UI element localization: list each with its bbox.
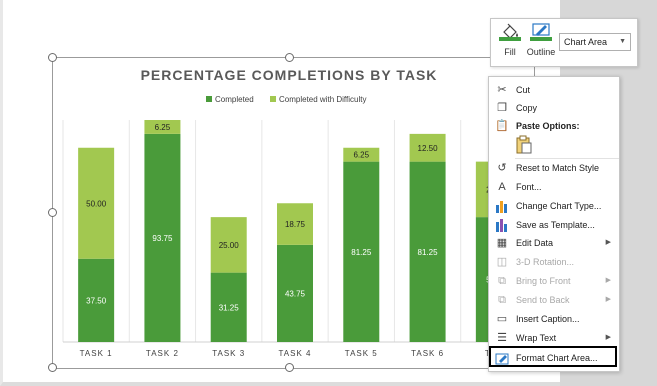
format-chart-area-highlight (489, 346, 617, 367)
outline-button[interactable]: Outline (525, 23, 557, 57)
chart-element-select[interactable]: Chart Area ▼ (559, 33, 631, 51)
submenu-arrow-icon: ▶ (605, 239, 611, 246)
resize-handle-bottom-left[interactable] (48, 363, 57, 372)
edit-data-icon: ▦ (496, 237, 508, 249)
font-icon: A (498, 181, 506, 193)
resize-handle-bottom-middle[interactable] (285, 363, 294, 372)
menu-item-wrap-text[interactable]: ☰ Wrap Text ▶ (489, 329, 619, 347)
data-label: 18.75 (285, 220, 306, 229)
submenu-arrow-icon: ▶ (605, 334, 611, 341)
menu-item-wrap-text-label: Wrap Text (516, 333, 557, 343)
menu-item-change-chart-type-label: Change Chart Type... (516, 201, 602, 211)
chart-element-select-value: Chart Area (564, 37, 608, 47)
data-label: 37.50 (86, 296, 107, 305)
context-menu: ✂ Cut ❐ Copy 📋 Paste Options: ↺ Reset to… (488, 76, 620, 372)
reset-style-icon: ↺ (497, 162, 507, 174)
chart-plot-svg: PERCENTAGE COMPLETIONS BY TASK Completed… (62, 67, 528, 358)
data-label: 6.25 (353, 151, 369, 160)
data-label: 93.75 (152, 234, 173, 243)
menu-item-bring-to-front-label: Bring to Front (516, 276, 571, 286)
legend-difficulty-label: Completed with Difficulty (279, 95, 366, 104)
menu-item-send-to-back: ⧉ Send to Back ▶ (489, 291, 619, 309)
legend-completed-label: Completed (215, 95, 254, 104)
outline-color-bar (530, 37, 552, 41)
rotation-icon: ◫ (496, 256, 508, 268)
menu-item-insert-caption-label: Insert Caption... (516, 314, 580, 324)
data-label: 12.50 (418, 144, 439, 153)
scissors-icon: ✂ (497, 84, 507, 96)
data-label: 50.00 (86, 199, 107, 208)
menu-item-3d-rotation: ◫ 3-D Rotation... (489, 253, 619, 271)
x-tick-label: TASK 4 (279, 349, 312, 358)
resize-handle-top-middle[interactable] (285, 53, 294, 62)
paint-bucket-icon (499, 23, 521, 41)
chart-area[interactable]: PERCENTAGE COMPLETIONS BY TASK Completed… (52, 57, 535, 369)
pen-outline-icon (530, 23, 552, 41)
legend-completed-swatch (206, 96, 212, 102)
fill-color-bar (499, 37, 521, 41)
bring-front-icon: ⧉ (498, 275, 506, 287)
submenu-arrow-icon: ▶ (605, 296, 611, 303)
chart-title: PERCENTAGE COMPLETIONS BY TASK (141, 67, 438, 83)
menu-item-save-template-label: Save as Template... (516, 220, 595, 230)
menu-item-reset-style-label: Reset to Match Style (516, 163, 600, 173)
data-label: 81.25 (351, 248, 372, 257)
data-label: 6.25 (155, 123, 171, 132)
resize-handle-top-left[interactable] (48, 53, 57, 62)
menu-item-3d-rotation-label: 3-D Rotation... (516, 257, 575, 267)
x-tick-label: TASK 1 (80, 349, 113, 358)
menu-item-cut-label: Cut (516, 85, 531, 95)
wrap-text-icon: ☰ (497, 332, 507, 344)
chevron-down-icon: ▼ (619, 38, 626, 45)
copy-icon: ❐ (497, 102, 507, 114)
paste-keep-formatting-icon[interactable] (515, 135, 533, 154)
outline-button-label: Outline (526, 47, 556, 57)
x-tick-label: TASK 5 (345, 349, 378, 358)
x-tick-label: TASK 6 (411, 349, 444, 358)
menu-item-bring-to-front: ⧉ Bring to Front ▶ (489, 272, 619, 290)
menu-item-font-label: Font... (516, 182, 542, 192)
menu-item-cut[interactable]: ✂ Cut (489, 81, 619, 99)
submenu-arrow-icon: ▶ (605, 277, 611, 284)
menu-item-send-to-back-label: Send to Back (516, 295, 570, 305)
caption-icon: ▭ (496, 313, 508, 325)
fill-button-label: Fill (504, 47, 516, 57)
x-tick-label: TASK 3 (212, 349, 245, 358)
menu-item-paste-options-label: Paste Options: (516, 121, 580, 131)
send-back-icon: ⧉ (498, 294, 506, 306)
menu-item-paste-options: 📋 Paste Options: (489, 117, 619, 135)
data-label: 43.75 (285, 289, 306, 298)
menu-item-insert-caption[interactable]: ▭ Insert Caption... (489, 310, 619, 328)
data-label: 31.25 (219, 303, 240, 312)
resize-handle-middle-left[interactable] (48, 208, 57, 217)
clipboard-icon: 📋 (495, 120, 509, 132)
data-label: 81.25 (418, 248, 439, 257)
menu-item-copy-label: Copy (516, 103, 538, 113)
legend-difficulty-swatch (270, 96, 276, 102)
fill-button[interactable]: Fill (497, 23, 523, 57)
menu-item-copy[interactable]: ❐ Copy (489, 99, 619, 117)
data-label: 25.00 (219, 241, 240, 250)
menu-item-reset-style[interactable]: ↺ Reset to Match Style (489, 159, 619, 177)
format-mini-toolbar: Fill Outline Chart Area ▼ (490, 18, 638, 67)
menu-item-edit-data-label: Edit Data (516, 238, 554, 248)
save-template-icon (495, 218, 509, 232)
menu-item-font[interactable]: A Font... (489, 178, 619, 196)
menu-item-change-chart-type[interactable]: Change Chart Type... (489, 197, 619, 215)
x-tick-label: TASK 2 (146, 349, 179, 358)
menu-item-edit-data[interactable]: ▦ Edit Data ▶ (489, 234, 619, 252)
chart-type-icon (495, 199, 509, 213)
menu-item-save-template[interactable]: Save as Template... (489, 216, 619, 234)
